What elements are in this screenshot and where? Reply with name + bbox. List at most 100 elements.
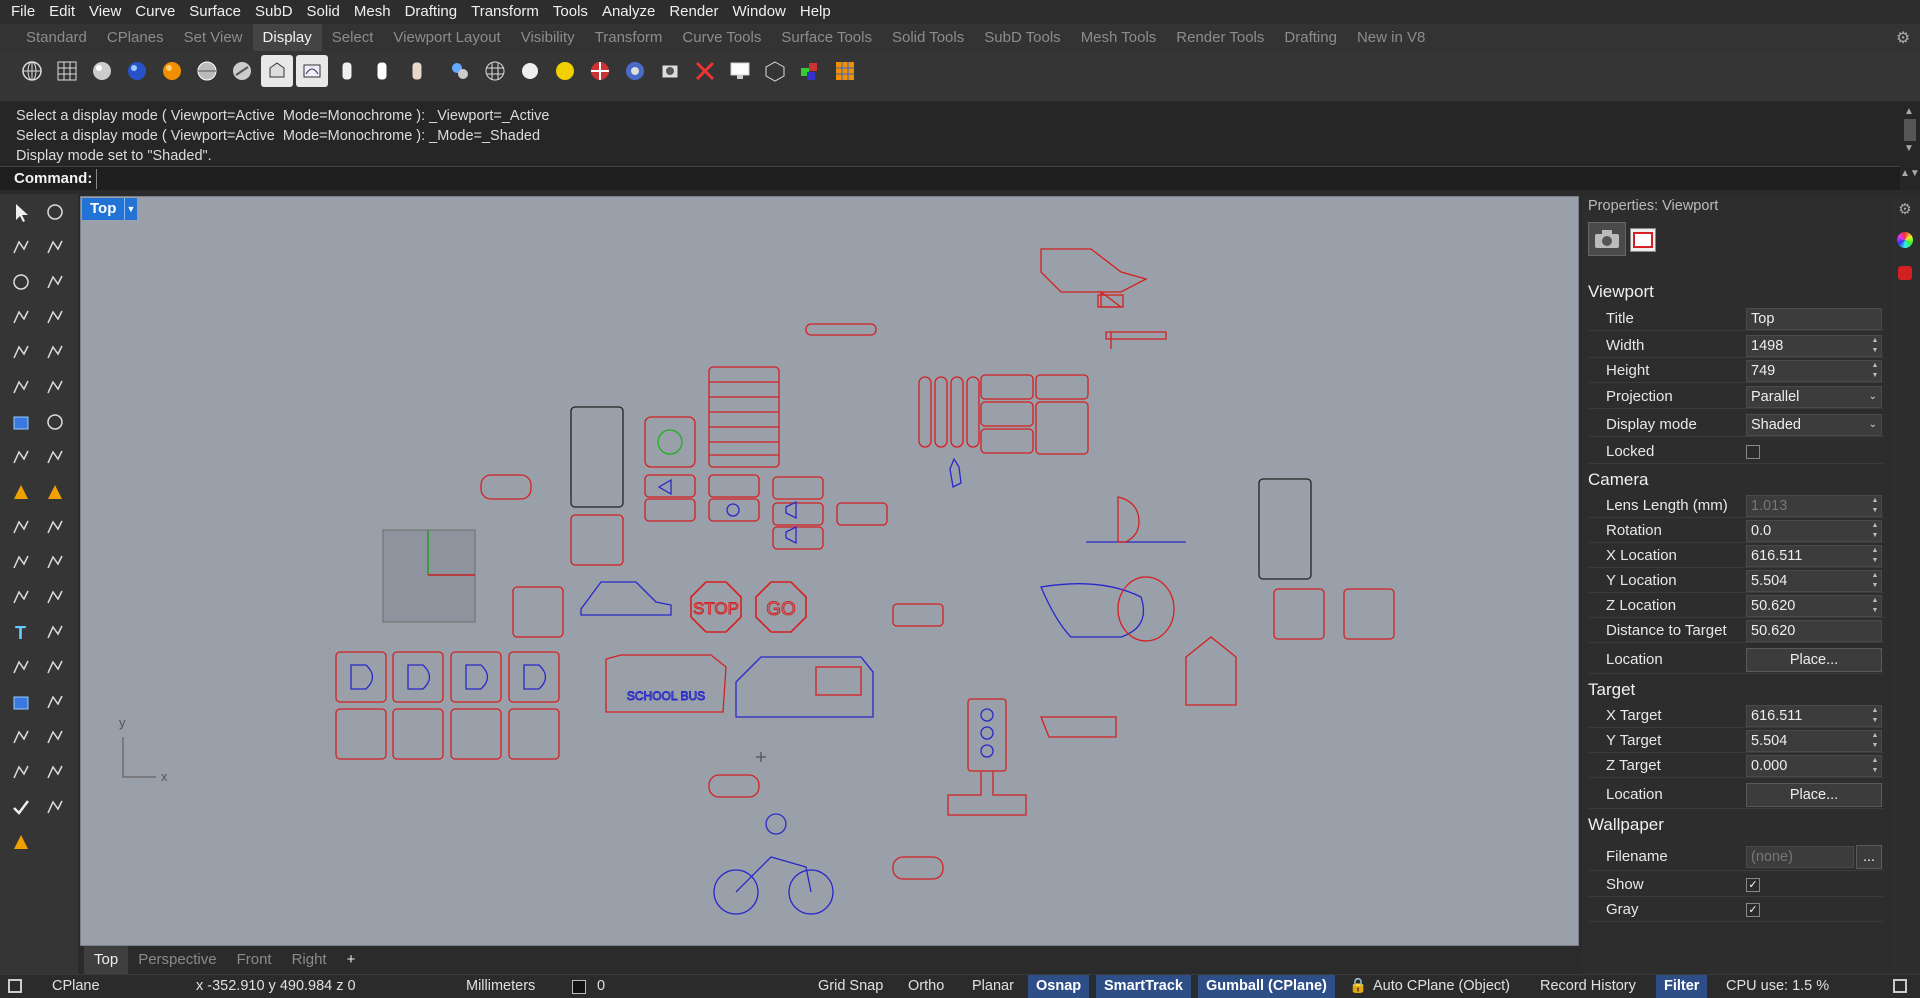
sphere-icon[interactable] bbox=[514, 55, 546, 87]
wireframe-icon[interactable] bbox=[16, 55, 48, 87]
boolean-icon[interactable] bbox=[6, 547, 36, 577]
snap-grid-icon[interactable] bbox=[6, 722, 36, 752]
cplane-label[interactable]: CPlane bbox=[52, 975, 100, 998]
pen-tool-icon[interactable] bbox=[6, 757, 36, 787]
set-display-mode-icon[interactable] bbox=[444, 55, 476, 87]
menu-solid[interactable]: Solid bbox=[300, 0, 347, 24]
gray-checkbox[interactable]: ✓ bbox=[1746, 902, 1760, 917]
tab-curve-tools[interactable]: Curve Tools bbox=[672, 24, 771, 51]
color-grid-icon[interactable] bbox=[829, 55, 861, 87]
z-target-field[interactable]: 0.000 ▲ ▼ bbox=[1746, 754, 1882, 777]
viewport-menu-dropdown-icon[interactable]: ▼ bbox=[124, 198, 137, 220]
viewport-tab-front[interactable]: Front bbox=[227, 946, 282, 974]
layer-swatch-icon[interactable] bbox=[572, 980, 586, 994]
add-viewport-tab-button[interactable]: + bbox=[337, 946, 366, 974]
tab-solid-tools[interactable]: Solid Tools bbox=[882, 24, 974, 51]
scroll-thumb[interactable] bbox=[1904, 119, 1916, 141]
menu-transform[interactable]: Transform bbox=[464, 0, 546, 24]
gear-icon[interactable]: ⚙ bbox=[1894, 28, 1912, 47]
ghosted-icon[interactable] bbox=[156, 55, 188, 87]
light-icon[interactable] bbox=[549, 55, 581, 87]
point-icon[interactable] bbox=[40, 197, 70, 227]
menu-file[interactable]: File bbox=[4, 0, 42, 24]
sphere-icon[interactable] bbox=[40, 407, 70, 437]
spinner-icon[interactable]: ▲ ▼ bbox=[1869, 731, 1881, 751]
menu-view[interactable]: View bbox=[82, 0, 128, 24]
fillet-icon[interactable] bbox=[40, 337, 70, 367]
planar-toggle[interactable]: Planar bbox=[972, 975, 1014, 998]
x-target-field[interactable]: 616.511 ▲ ▼ bbox=[1746, 704, 1882, 727]
surface-icon[interactable] bbox=[6, 372, 36, 402]
edit-icon[interactable] bbox=[40, 652, 70, 682]
rotation-field[interactable]: 0.0 ▲ ▼ bbox=[1746, 519, 1882, 542]
tab-cplanes[interactable]: CPlanes bbox=[97, 24, 174, 51]
text-icon[interactable]: T bbox=[6, 617, 36, 647]
menu-subd[interactable]: SubD bbox=[248, 0, 300, 24]
show-checkbox[interactable]: ✓ bbox=[1746, 877, 1760, 892]
viewport-tab-right[interactable]: Right bbox=[282, 946, 337, 974]
viewport-frame-icon[interactable] bbox=[1630, 228, 1656, 252]
scroll-up-icon[interactable]: ▲ bbox=[1900, 106, 1918, 117]
rendered-icon[interactable] bbox=[121, 55, 153, 87]
ellipse-icon[interactable] bbox=[40, 267, 70, 297]
gumball-toggle[interactable]: Gumball (CPlane) bbox=[1198, 975, 1335, 998]
z-location-field[interactable]: 50.620 ▲ ▼ bbox=[1746, 594, 1882, 617]
tab-new-in-v8[interactable]: New in V8 bbox=[1347, 24, 1435, 51]
menu-help[interactable]: Help bbox=[793, 0, 838, 24]
tab-display[interactable]: Display bbox=[252, 24, 322, 51]
auto-cplane-toggle[interactable]: Auto CPlane (Object) bbox=[1373, 975, 1510, 998]
panel-toggle-right-icon[interactable] bbox=[1893, 979, 1907, 993]
rectangle-icon[interactable] bbox=[40, 302, 70, 332]
light-bulb-icon[interactable] bbox=[6, 477, 36, 507]
tab-set-view[interactable]: Set View bbox=[174, 24, 253, 51]
orient-icon[interactable] bbox=[40, 757, 70, 787]
viewport-title[interactable]: Top bbox=[82, 198, 125, 220]
spinner-icon[interactable]: ▲ ▼ bbox=[1869, 546, 1881, 566]
history-scrollbar[interactable]: ▲ ▼ ▲▼ bbox=[1900, 102, 1920, 190]
mesh-display-icon[interactable] bbox=[479, 55, 511, 87]
spinner-icon[interactable]: ▲ ▼ bbox=[1869, 596, 1881, 616]
viewport-tab-top[interactable]: Top bbox=[84, 946, 129, 974]
technical-icon[interactable] bbox=[226, 55, 258, 87]
distance-field[interactable]: 50.620 bbox=[1746, 619, 1882, 642]
curve-icon[interactable] bbox=[40, 232, 70, 262]
spinner-icon[interactable]: ▲ ▼ bbox=[1869, 521, 1881, 541]
tab-drafting[interactable]: Drafting bbox=[1274, 24, 1347, 51]
annotation-icon[interactable] bbox=[40, 512, 70, 542]
spinner-icon[interactable]: ▲ ▼ bbox=[1869, 571, 1881, 591]
layer-name[interactable]: 0 bbox=[597, 975, 605, 998]
command-input[interactable] bbox=[96, 168, 1877, 189]
tab-standard[interactable]: Standard bbox=[16, 24, 97, 51]
no-shade-icon[interactable] bbox=[689, 55, 721, 87]
circle-icon[interactable] bbox=[6, 267, 36, 297]
menu-tools[interactable]: Tools bbox=[546, 0, 595, 24]
menu-surface[interactable]: Surface bbox=[182, 0, 248, 24]
panel-toggle-icon[interactable] bbox=[8, 979, 22, 993]
smarttrack-toggle[interactable]: SmartTrack bbox=[1096, 975, 1191, 998]
grid-icon[interactable] bbox=[51, 55, 83, 87]
menu-drafting[interactable]: Drafting bbox=[398, 0, 465, 24]
projection-select[interactable]: Parallel ⌄ bbox=[1746, 385, 1882, 408]
cplane-icon[interactable] bbox=[584, 55, 616, 87]
tab-mesh-tools[interactable]: Mesh Tools bbox=[1071, 24, 1167, 51]
filter-toggle[interactable]: Filter bbox=[1656, 975, 1708, 998]
height-field[interactable]: 749 ▲ ▼ bbox=[1746, 359, 1882, 382]
objects-icon[interactable] bbox=[794, 55, 826, 87]
shaded-icon[interactable] bbox=[86, 55, 118, 87]
panel-gear-icon[interactable]: ⚙ bbox=[1896, 200, 1914, 218]
display-mode-select[interactable]: Shaded ⌄ bbox=[1746, 413, 1882, 436]
record-history-toggle[interactable]: Record History bbox=[1540, 975, 1636, 998]
polygon-icon[interactable] bbox=[6, 337, 36, 367]
paint-icon[interactable] bbox=[40, 477, 70, 507]
menu-edit[interactable]: Edit bbox=[42, 0, 82, 24]
join-icon[interactable] bbox=[40, 582, 70, 612]
tab-viewport-layout[interactable]: Viewport Layout bbox=[383, 24, 510, 51]
polyline-icon[interactable] bbox=[6, 232, 36, 262]
grid-snap-toggle[interactable]: Grid Snap bbox=[818, 975, 883, 998]
arc-icon[interactable] bbox=[6, 302, 36, 332]
width-field[interactable]: 1498 ▲ ▼ bbox=[1746, 334, 1882, 357]
menu-analyze[interactable]: Analyze bbox=[595, 0, 662, 24]
menu-mesh[interactable]: Mesh bbox=[347, 0, 398, 24]
locked-checkbox[interactable] bbox=[1746, 444, 1760, 459]
menu-curve[interactable]: Curve bbox=[128, 0, 182, 24]
